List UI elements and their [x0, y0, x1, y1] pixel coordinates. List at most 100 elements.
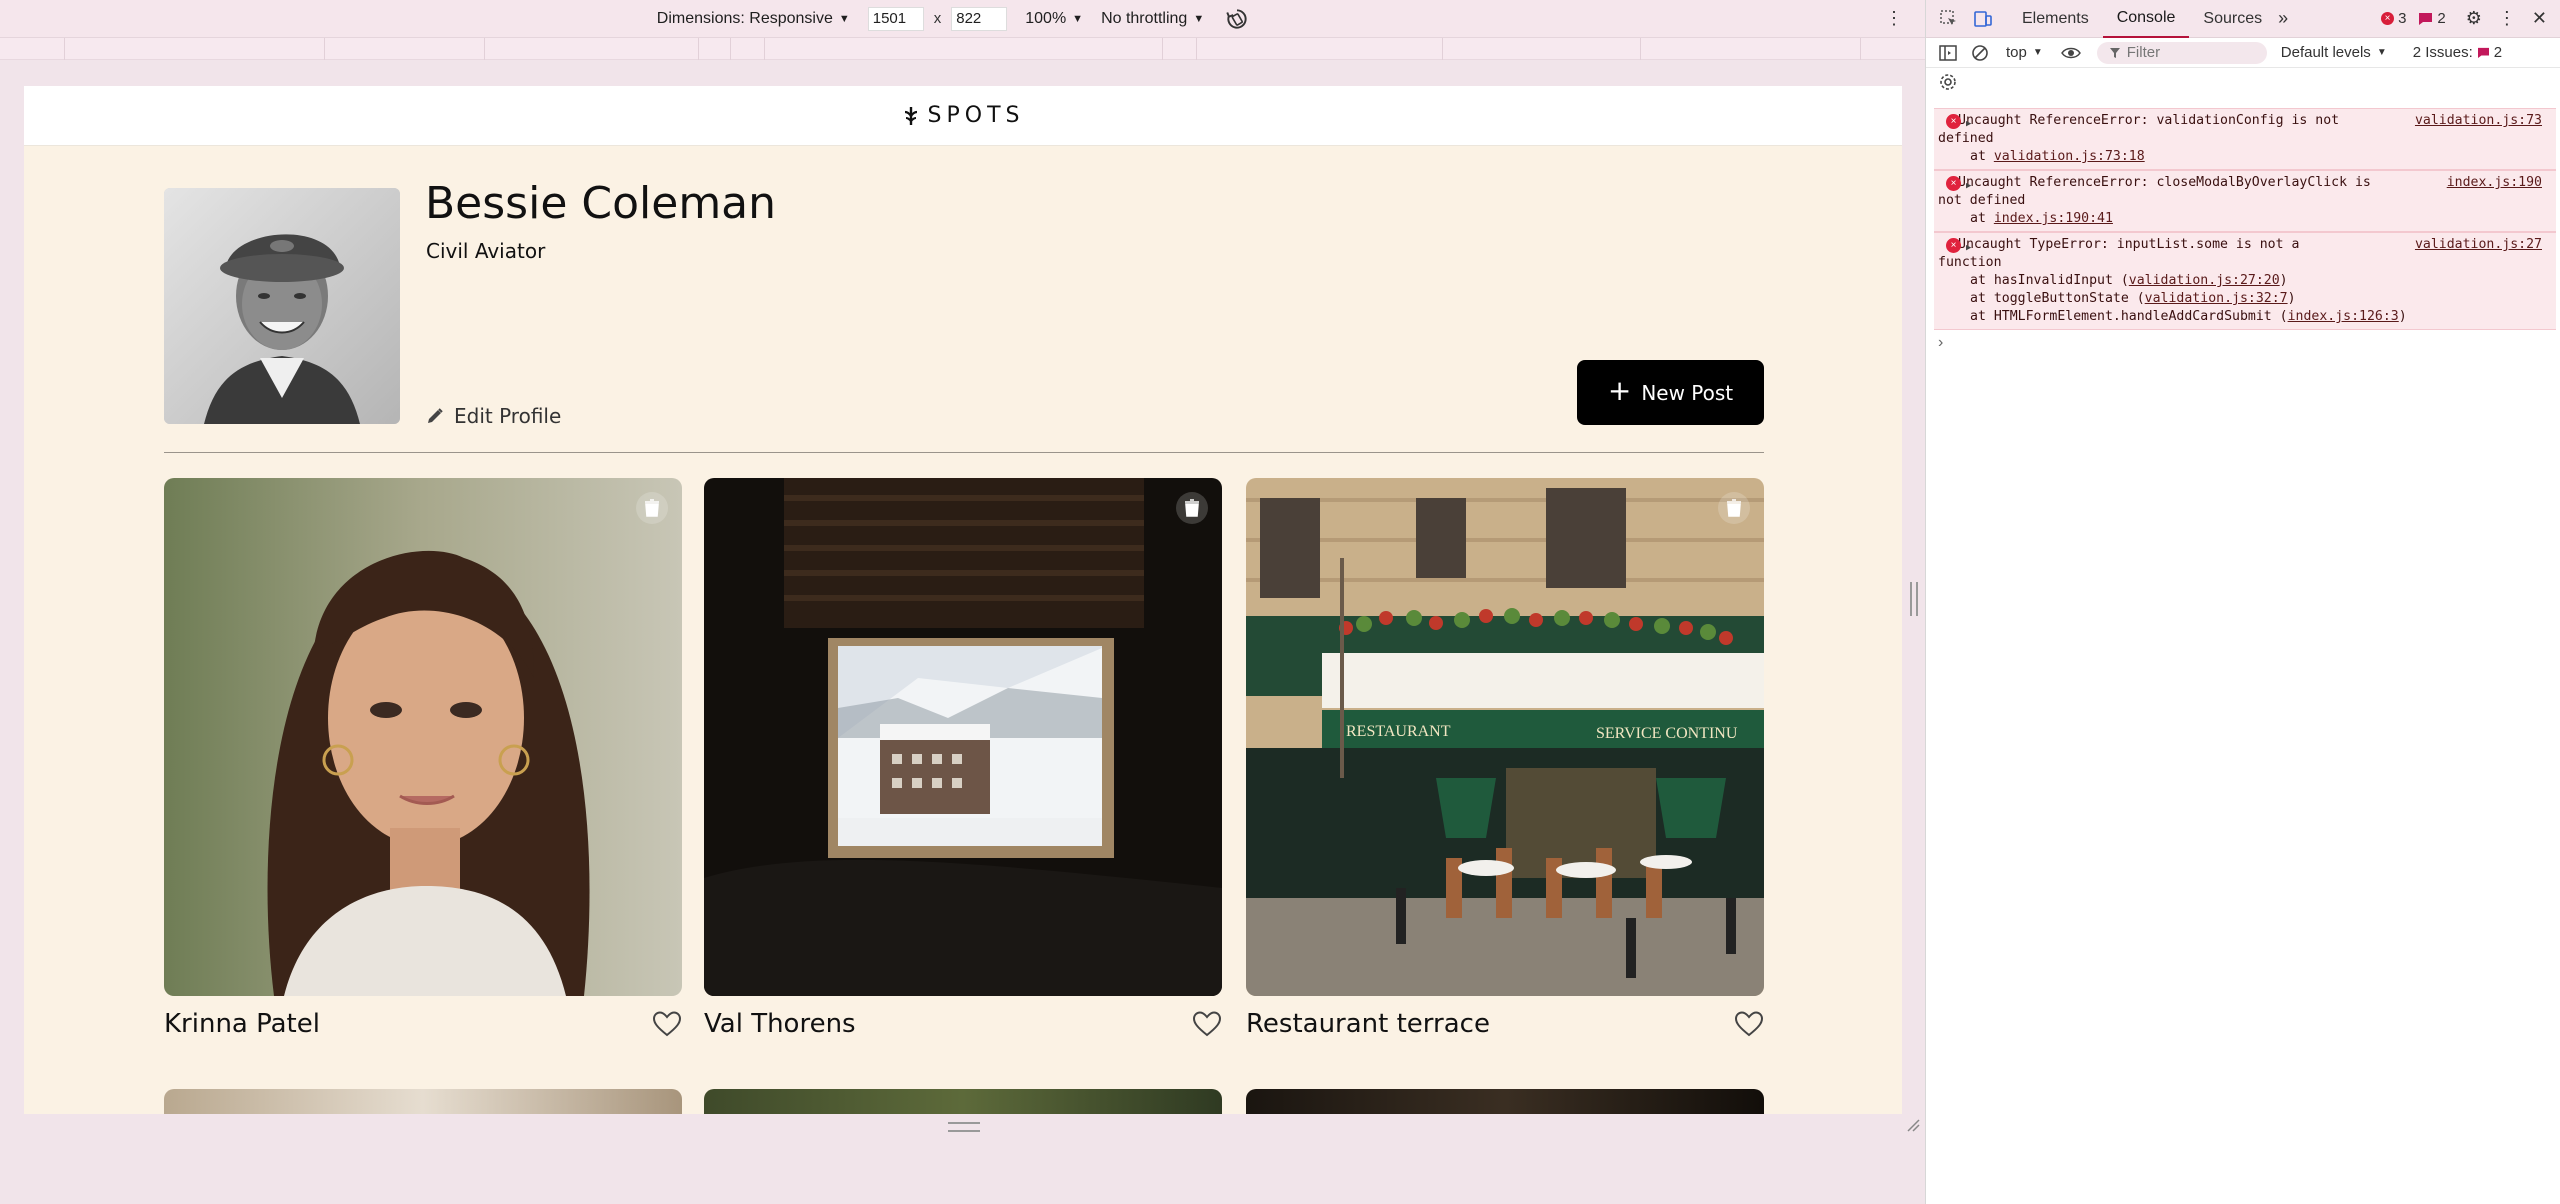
message-counter[interactable]: 2 [2418, 10, 2446, 27]
edit-profile-label: Edit Profile [454, 404, 562, 428]
card-image[interactable]: RESTAURANT SERVICE CONTINU [1246, 478, 1764, 996]
clear-console-icon[interactable] [1970, 43, 1990, 63]
trash-icon [1185, 499, 1199, 517]
card-image[interactable] [164, 1089, 682, 1114]
expand-triangle-icon[interactable]: ▶ [1966, 177, 1971, 195]
rotate-icon[interactable] [1224, 6, 1250, 32]
caret-down-icon: ▼ [2376, 47, 2387, 58]
card: Krinna Patel [164, 478, 682, 1052]
source-link[interactable]: validation.js:27 [2415, 236, 2542, 254]
filter-input[interactable]: Filter [2096, 41, 2267, 64]
caret-down-icon: ▼ [1072, 12, 1084, 25]
window-view-image [704, 478, 1222, 996]
new-post-button[interactable]: + New Post [1577, 360, 1764, 425]
stack-suffix: ) [2279, 273, 2288, 288]
source-link[interactable]: validation.js:73 [2415, 112, 2542, 130]
stack-frame: at index.js:190:41 [1938, 210, 2548, 228]
console-prompt[interactable]: › [1938, 334, 1943, 352]
issues-label: 2 Issues: [2412, 44, 2473, 61]
console-error-entry[interactable]: × ▶ Uncaught TypeError: inputList.some i… [1934, 232, 2556, 330]
expand-triangle-icon[interactable]: ▶ [1966, 239, 1971, 257]
device-toolbar: Dimensions: Responsive ▼ x 100% ▼ No thr… [0, 0, 1925, 38]
devtools-tabbar: Elements Console Sources » × 3 2 ⚙ ⋮ ✕ [1926, 0, 2560, 38]
card-image[interactable] [164, 478, 682, 996]
error-icon: × [2381, 12, 2395, 25]
source-link[interactable]: index.js:190 [2447, 174, 2542, 192]
inspect-element-icon[interactable] [1938, 8, 1960, 30]
delete-button[interactable] [1176, 492, 1208, 524]
portrait-image [164, 478, 682, 996]
error-icon: × [1946, 114, 1961, 129]
dimensions-select[interactable]: Dimensions: Responsive ▼ [657, 10, 850, 28]
caret-down-icon: ▼ [1193, 12, 1205, 25]
width-input[interactable] [867, 6, 924, 31]
tab-elements[interactable]: Elements [2008, 0, 2103, 38]
throttling-select[interactable]: No throttling ▼ [1101, 10, 1204, 28]
card-image[interactable] [1246, 1089, 1764, 1114]
error-message-cont: defined [1938, 131, 1994, 146]
eye-icon[interactable] [2060, 43, 2081, 63]
error-icon: × [1946, 176, 1961, 191]
caret-down-icon: ▼ [838, 12, 850, 25]
devtools-panel: Elements Console Sources » × 3 2 ⚙ ⋮ ✕ t… [1925, 0, 2560, 1204]
profile-name: Bessie Coleman [425, 178, 777, 229]
resize-corner-icon[interactable] [1906, 1118, 1920, 1132]
stack-link[interactable]: index.js:190:41 [1994, 211, 2113, 226]
trash-icon [1727, 499, 1741, 517]
sidebar-toggle-icon[interactable] [1938, 43, 1958, 63]
site-header: SPOTS [24, 86, 1902, 146]
card-caption: Krinna Patel [164, 996, 682, 1052]
counters: × 3 2 [2381, 10, 2446, 27]
more-options-icon[interactable]: ⋮ [1885, 8, 1903, 29]
expand-triangle-icon[interactable]: ▶ [1966, 115, 1971, 133]
device-toolbar-icon[interactable] [1972, 8, 1994, 30]
delete-button[interactable] [1718, 492, 1750, 524]
height-input[interactable] [951, 6, 1008, 31]
like-heart-icon[interactable] [652, 1010, 682, 1038]
avatar-image [164, 188, 400, 424]
svg-text:SERVICE CONTINU: SERVICE CONTINU [1596, 725, 1738, 742]
stack-suffix: ) [2398, 309, 2407, 324]
like-heart-icon[interactable] [1734, 1010, 1764, 1038]
edit-profile-button[interactable]: Edit Profile [426, 404, 561, 428]
resize-handle-right[interactable] [1910, 582, 1918, 616]
gear-icon[interactable]: ⚙ [2466, 8, 2482, 29]
tab-console[interactable]: Console [2102, 0, 2190, 38]
stack-frame: at toggleButtonState (validation.js:32:7… [1938, 290, 2548, 308]
log-levels-select[interactable]: Default levels ▼ [2281, 44, 2387, 61]
avatar [164, 188, 400, 424]
stack-frame: at validation.js:73:18 [1938, 148, 2548, 166]
stack-link[interactable]: validation.js:27:20 [2129, 273, 2280, 288]
stack-link[interactable]: validation.js:32:7 [2145, 291, 2288, 306]
card-title: Krinna Patel [164, 1009, 320, 1039]
card-image[interactable] [704, 1089, 1222, 1114]
dimensions-label: Dimensions: Responsive [656, 9, 833, 27]
times-label: x [933, 10, 942, 27]
error-counter[interactable]: × 3 [2381, 10, 2406, 27]
card-image[interactable] [704, 478, 1222, 996]
close-icon[interactable]: ✕ [2532, 8, 2547, 29]
kebab-menu-icon[interactable]: ⋮ [2498, 8, 2516, 29]
issues-counter[interactable]: 2 Issues: 2 [2413, 44, 2502, 61]
tab-sources[interactable]: Sources [2189, 0, 2276, 38]
resize-handle-bottom[interactable] [948, 1122, 980, 1132]
context-select[interactable]: top ▼ [2006, 44, 2043, 61]
console-error-entry[interactable]: × ▶ Uncaught ReferenceError: closeModalB… [1934, 170, 2556, 232]
profile-description: Civil Aviator [426, 239, 546, 263]
stack-link[interactable]: index.js:126:3 [2288, 309, 2399, 324]
console-settings-icon[interactable] [1938, 72, 1958, 92]
stack-prefix: at [1970, 149, 1994, 164]
zoom-select[interactable]: 100% ▼ [1025, 10, 1083, 28]
console-toolbar: top ▼ Filter Default levels ▼ 2 Issues: … [1926, 38, 2560, 68]
console-error-entry[interactable]: × ▶ Uncaught ReferenceError: validationC… [1934, 108, 2556, 170]
stack-prefix: at HTMLFormElement.handleAddCardSubmit ( [1970, 309, 2288, 324]
logo-text: SPOTS [927, 103, 1025, 128]
more-tabs-icon[interactable]: » [2278, 8, 2288, 29]
like-heart-icon[interactable] [1192, 1010, 1222, 1038]
logo[interactable]: SPOTS [902, 103, 1025, 128]
emulated-page: SPOTS Bessie Coleman Civil Aviator Edit … [24, 86, 1902, 1114]
delete-button[interactable] [636, 492, 668, 524]
context-label: top [2006, 44, 2027, 61]
filter-icon [2109, 47, 2120, 58]
stack-link[interactable]: validation.js:73:18 [1994, 149, 2145, 164]
